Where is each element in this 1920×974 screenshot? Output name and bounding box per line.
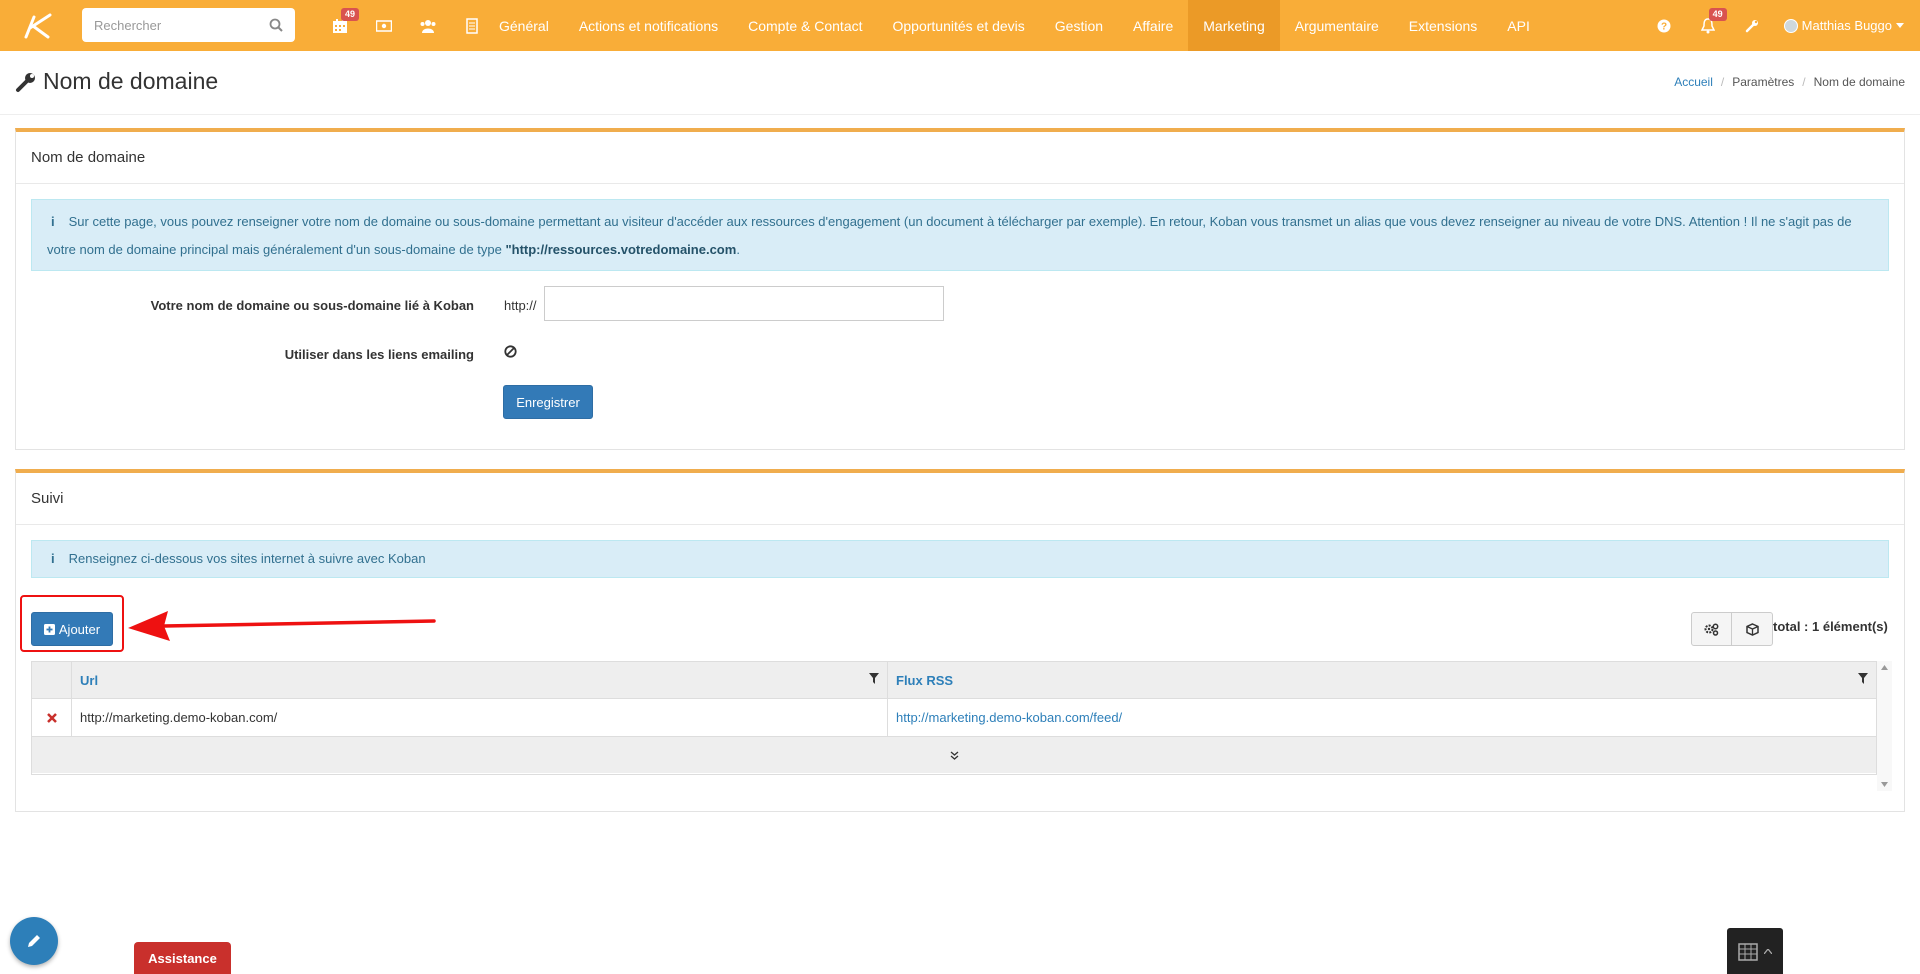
column-header-url[interactable]: Url — [72, 662, 888, 698]
delete-x-icon — [46, 712, 57, 723]
menu-general[interactable]: Général — [484, 0, 564, 51]
suivi-panel-heading: Suivi — [16, 473, 1904, 525]
column-header-rss[interactable]: Flux RSS — [888, 662, 1876, 698]
domain-panel: Nom de domaine i Sur cette page, vous pou… — [15, 128, 1905, 450]
breadcrumb-separator: / — [1802, 75, 1806, 89]
page-header: Nom de domaine Accueil / Paramètres / No… — [0, 51, 1920, 115]
pencil-icon — [28, 935, 40, 947]
user-name: Matthias Buggo — [1801, 18, 1892, 33]
cube-icon — [1745, 622, 1759, 636]
calendar-widget[interactable] — [1727, 928, 1783, 974]
koban-logo[interactable] — [8, 0, 68, 51]
breadcrumb-parametres[interactable]: Paramètres — [1732, 75, 1794, 89]
menu-gestion[interactable]: Gestion — [1040, 0, 1118, 51]
search-box[interactable] — [82, 8, 295, 42]
filter-icon[interactable] — [869, 673, 879, 684]
annotation-arrow — [128, 611, 436, 641]
page-title: Nom de domaine — [15, 68, 218, 95]
annotation-highlight-box — [20, 595, 124, 652]
column-rss-label: Flux RSS — [896, 672, 954, 688]
calendar-icon — [1738, 943, 1758, 961]
suivi-grid: Url Flux RSS http://marketing.demo-koban… — [31, 661, 1877, 775]
scroll-down-icon[interactable] — [1881, 782, 1888, 787]
filter-icon[interactable] — [1858, 673, 1868, 684]
suivi-alert-text: Renseignez ci-dessous vos sites internet… — [68, 551, 426, 566]
domain-info-alert: i Sur cette page, vous pouvez renseigner … — [31, 199, 1889, 271]
assistance-button[interactable]: Assistance — [134, 942, 231, 974]
grid-header: Url Flux RSS — [32, 662, 1876, 699]
cogs-icon — [1704, 623, 1719, 636]
grid-toolbar — [1691, 612, 1773, 646]
grid-load-more[interactable] — [32, 737, 1876, 773]
page-title-text: Nom de domaine — [43, 68, 219, 94]
breadcrumb-accueil[interactable]: Accueil — [1674, 75, 1713, 89]
suivi-info-alert: i Renseignez ci-dessous vos sites interne… — [31, 540, 1889, 578]
breadcrumb-separator: / — [1720, 75, 1725, 89]
notifications-badge: 49 — [1708, 8, 1727, 21]
column-url-label: Url — [80, 672, 99, 688]
total-count: total : 1 élément(s) — [1773, 619, 1888, 634]
ban-circle-icon — [504, 345, 517, 358]
domain-alert-bold: "http://ressources.votredomaine.com — [505, 242, 737, 257]
menu-affaire[interactable]: Affaire — [1118, 0, 1188, 51]
money-icon[interactable] — [362, 0, 406, 51]
user-menu[interactable]: Matthias Buggo — [1774, 18, 1920, 33]
main-menu: Général Actions et notifications Compte … — [484, 0, 1545, 51]
export-box-button[interactable] — [1732, 613, 1772, 645]
delete-row-button[interactable] — [32, 699, 72, 736]
menu-marketing[interactable]: Marketing — [1188, 0, 1280, 51]
chevron-up-icon — [1764, 948, 1772, 954]
search-input[interactable] — [94, 17, 254, 33]
wrench-icon[interactable] — [1730, 0, 1774, 51]
wrench-title-icon — [16, 72, 35, 92]
menu-opportunites-devis[interactable]: Opportunités et devis — [878, 0, 1040, 51]
notifications-bell-icon[interactable]: 49 — [1686, 0, 1730, 51]
cell-rss-link[interactable]: http://marketing.demo-koban.com/feed/ — [888, 699, 1876, 736]
users-icon[interactable] — [406, 0, 450, 51]
menu-actions-notifications[interactable]: Actions et notifications — [564, 0, 733, 51]
menu-compte-contact[interactable]: Compte & Contact — [733, 0, 877, 51]
settings-cogs-button[interactable] — [1692, 613, 1732, 645]
domain-prefix: http:// — [504, 298, 537, 313]
grid-header-action — [32, 662, 72, 698]
menu-api[interactable]: API — [1492, 0, 1545, 51]
breadcrumb-current: Nom de domaine — [1813, 75, 1905, 89]
info-icon: i — [51, 551, 55, 566]
help-icon[interactable]: ? — [1642, 0, 1686, 51]
breadcrumb: Accueil / Paramètres / Nom de domaine — [1674, 75, 1905, 89]
top-navbar: 49 Général Actions et notifications Comp… — [0, 0, 1920, 51]
avatar — [1783, 18, 1798, 33]
emailing-toggle[interactable] — [504, 345, 517, 361]
domain-field-label: Votre nom de domaine ou sous-domaine lié… — [150, 298, 474, 313]
table-row: http://marketing.demo-koban.com/ http://… — [32, 699, 1876, 737]
cell-url: http://marketing.demo-koban.com/ — [72, 699, 888, 736]
menu-argumentaire[interactable]: Argumentaire — [1280, 0, 1394, 51]
caret-down-icon — [1896, 23, 1904, 28]
scroll-up-icon[interactable] — [1881, 665, 1888, 670]
double-chevron-down-icon — [950, 751, 958, 760]
emailing-links-label: Utiliser dans les liens emailing — [284, 347, 474, 362]
info-icon: i — [51, 214, 55, 229]
domain-alert-text-1: Sur cette page, vous pouvez renseigner v… — [68, 214, 1852, 229]
menu-extensions[interactable]: Extensions — [1394, 0, 1492, 51]
calendar-badge: 49 — [340, 8, 359, 21]
domain-input[interactable] — [544, 286, 944, 321]
svg-text:?: ? — [1661, 21, 1667, 32]
save-button[interactable]: Enregistrer — [503, 385, 593, 419]
search-icon[interactable] — [269, 18, 283, 32]
grid-scrollbar[interactable] — [1877, 661, 1892, 791]
calendar-nav-icon[interactable]: 49 — [318, 0, 362, 51]
edit-fab-button[interactable] — [10, 917, 58, 965]
domain-alert-end: . — [736, 242, 740, 257]
domain-panel-heading: Nom de domaine — [16, 132, 1904, 184]
domain-alert-text-2: votre nom de domaine principal mais géné… — [47, 242, 506, 257]
